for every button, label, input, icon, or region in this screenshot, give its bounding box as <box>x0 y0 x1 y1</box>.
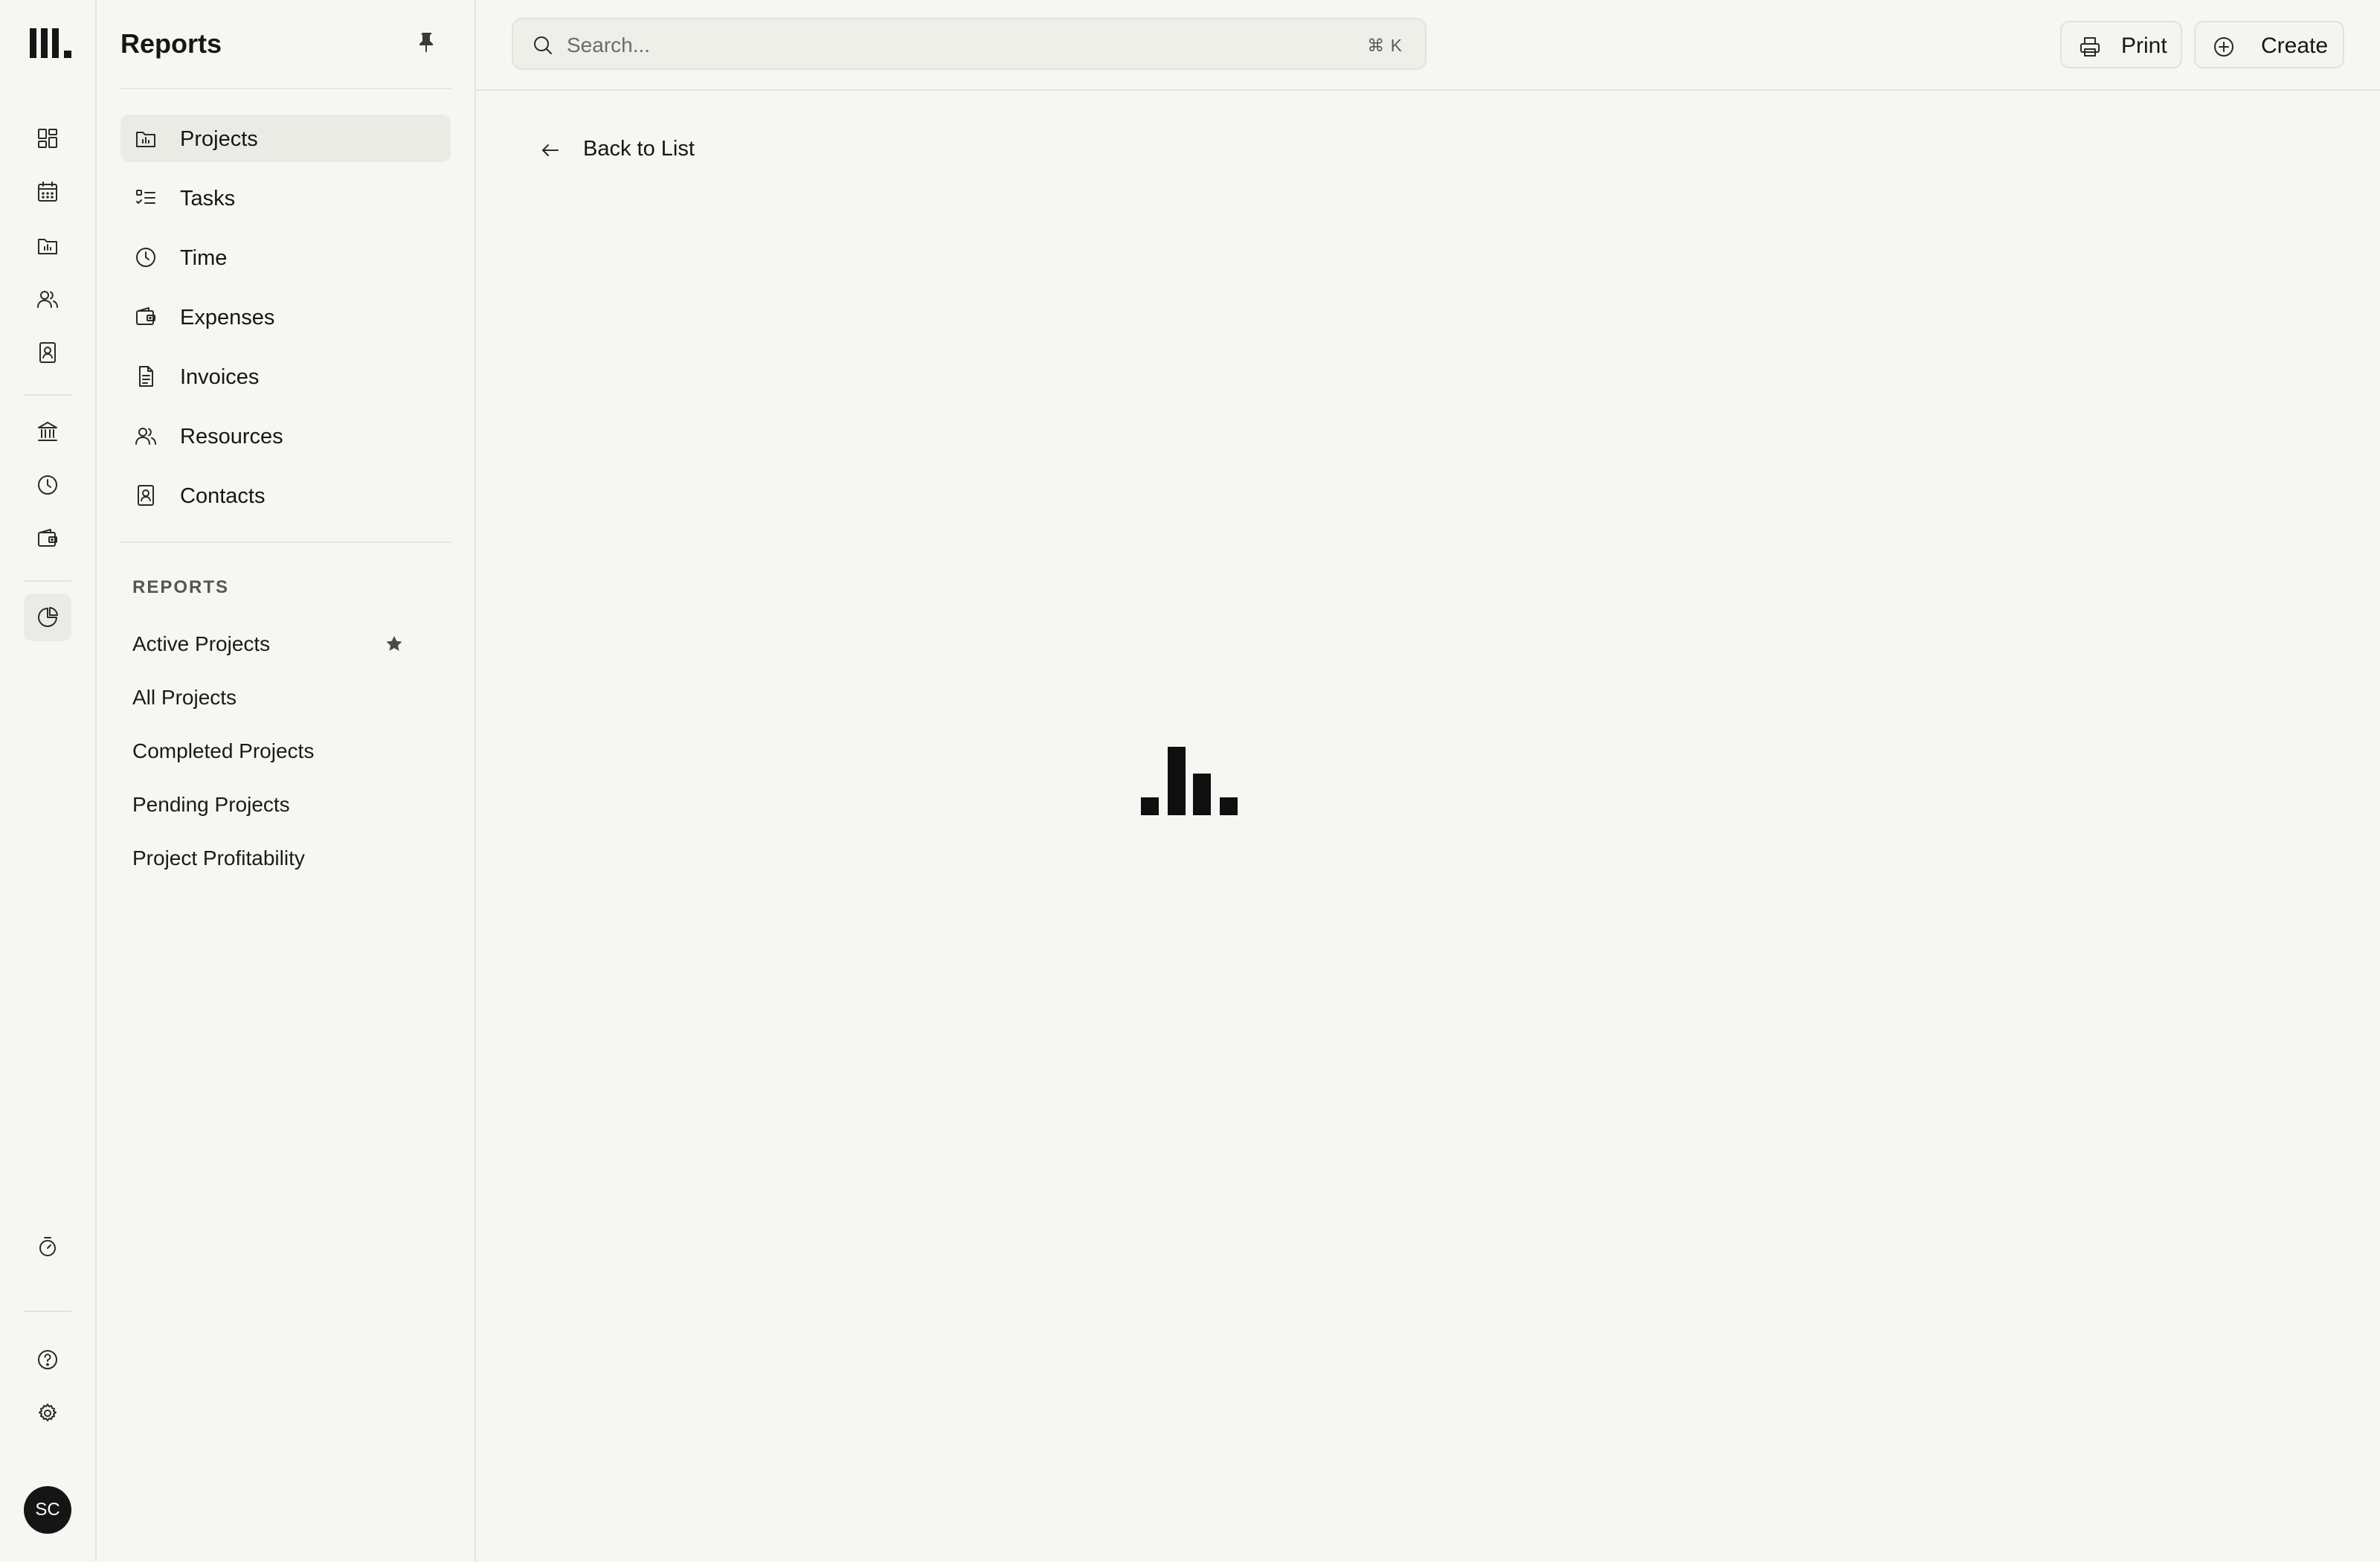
sidebar-item-label: Invoices <box>180 365 260 389</box>
projects-nav-button[interactable] <box>24 222 71 269</box>
users-icon <box>37 291 58 308</box>
loading-bars-icon <box>1141 747 1238 815</box>
printer-icon <box>2080 37 2100 57</box>
report-link-project-profitability[interactable]: Project Profitability <box>132 846 305 870</box>
sidebar-divider <box>120 541 451 543</box>
top-bar: Search... ⌘ K Print Create <box>476 0 2380 91</box>
document-icon <box>139 366 153 387</box>
checklist-icon <box>136 190 155 204</box>
reports-section-heading: REPORTS <box>132 577 230 597</box>
report-link-completed-projects[interactable]: Completed Projects <box>132 739 314 763</box>
sidebar-item-label: Resources <box>180 425 283 449</box>
user-avatar[interactable]: SC <box>24 1486 71 1534</box>
back-to-list-label: Back to List <box>583 137 695 161</box>
timer-nav-button[interactable] <box>24 1223 71 1270</box>
search-icon <box>534 36 552 54</box>
arrow-left-icon <box>542 144 559 156</box>
calendar-nav-button[interactable] <box>24 168 71 216</box>
sidebar-item-label: Projects <box>180 127 258 151</box>
dashboard-icon <box>38 129 57 148</box>
settings-nav-button[interactable] <box>24 1389 71 1437</box>
folder-chart-icon <box>38 239 57 254</box>
contacts-nav-button[interactable] <box>24 329 71 376</box>
app-logo[interactable] <box>30 28 73 60</box>
search-placeholder: Search... <box>567 33 651 57</box>
folder-chart-icon <box>136 132 155 147</box>
sidebar-divider <box>120 88 451 89</box>
calendar-icon <box>38 181 57 202</box>
search-input[interactable]: Search... ⌘ K <box>512 18 1427 70</box>
clock-icon <box>38 475 57 495</box>
sidebar-title: Reports <box>120 28 222 59</box>
icon-rail: SC <box>0 0 97 1562</box>
sidebar-item-label: Tasks <box>180 187 236 210</box>
clock-icon <box>136 248 155 267</box>
time-nav-button[interactable] <box>24 461 71 509</box>
search-shortcut-hint: ⌘ K <box>1367 36 1403 55</box>
sidebar-item-label: Expenses <box>180 306 275 330</box>
print-button[interactable]: Print <box>2060 21 2182 68</box>
sidebar-item-contacts[interactable]: Contacts <box>120 472 451 519</box>
sidebar-item-label: Time <box>180 246 228 270</box>
wallet-icon <box>38 529 57 547</box>
people-nav-button[interactable] <box>24 275 71 323</box>
bank-icon <box>38 422 57 441</box>
users-icon <box>135 428 156 445</box>
rail-divider <box>24 580 71 582</box>
rail-divider <box>24 1311 71 1312</box>
print-button-label: Print <box>2121 33 2167 58</box>
bank-nav-button[interactable] <box>24 408 71 455</box>
sidebar-item-time[interactable]: Time <box>120 234 451 281</box>
gear-icon <box>39 1404 57 1421</box>
sidebar-item-projects[interactable]: Projects <box>120 115 451 162</box>
sidebar-item-expenses[interactable]: Expenses <box>120 293 451 341</box>
favorite-star-button[interactable] <box>384 634 405 655</box>
pin-sidebar-button[interactable] <box>415 30 439 54</box>
loading-indicator <box>1141 747 1239 817</box>
report-link-all-projects[interactable]: All Projects <box>132 686 237 710</box>
star-icon <box>386 636 402 651</box>
create-button[interactable]: Create <box>2194 21 2344 68</box>
create-button-label: Create <box>2261 33 2329 58</box>
stopwatch-icon <box>39 1237 56 1256</box>
sidebar-item-tasks[interactable]: Tasks <box>120 174 451 222</box>
sidebar-item-invoices[interactable]: Invoices <box>120 353 451 400</box>
report-link-active-projects[interactable]: Active Projects <box>132 632 270 656</box>
expenses-nav-button[interactable] <box>24 515 71 562</box>
contact-book-icon <box>39 342 56 363</box>
rail-divider <box>24 394 71 396</box>
contact-book-icon <box>138 485 154 506</box>
report-link-pending-projects[interactable]: Pending Projects <box>132 793 290 817</box>
pin-icon <box>419 33 433 53</box>
plus-circle-icon <box>2214 37 2233 57</box>
help-nav-button[interactable] <box>24 1336 71 1383</box>
reports-nav-button[interactable] <box>24 594 71 641</box>
wallet-icon <box>136 307 155 325</box>
dashboard-nav-button[interactable] <box>24 115 71 162</box>
help-icon <box>38 1350 57 1369</box>
sidebar-item-label: Contacts <box>180 484 266 508</box>
secondary-sidebar: Reports Projects Tasks Time Expenses Inv… <box>97 0 476 1562</box>
back-to-list-link[interactable]: Back to List <box>536 131 714 170</box>
sidebar-item-resources[interactable]: Resources <box>120 412 451 460</box>
pie-chart-icon <box>38 607 58 627</box>
